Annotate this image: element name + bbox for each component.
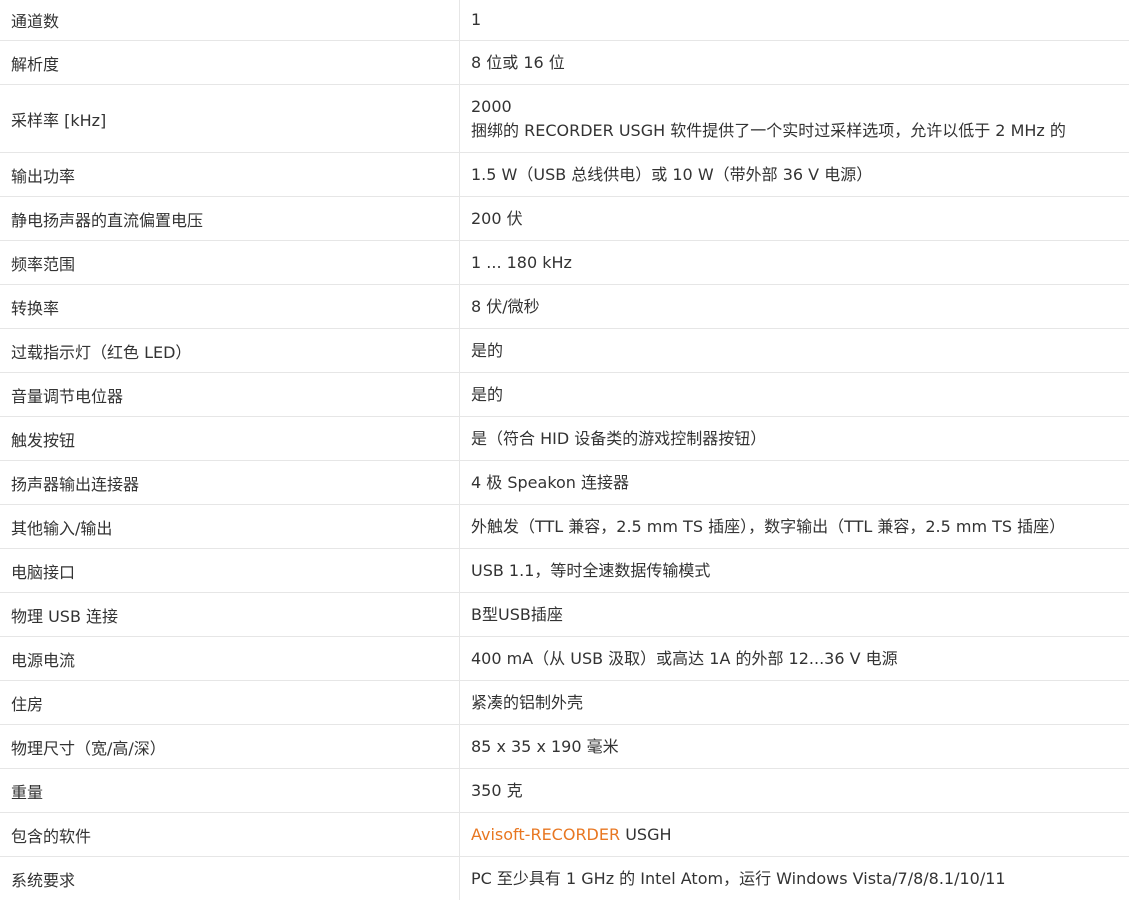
spec-label: 电源电流 [0,637,460,680]
spec-value: 是（符合 HID 设备类的游戏控制器按钮） [471,428,767,448]
spec-value: USB 1.1，等时全速数据传输模式 [471,560,711,580]
table-row: 重量 350 克 [0,768,1129,812]
spec-label: 转换率 [0,285,460,328]
spec-label: 音量调节电位器 [0,373,460,416]
table-row: 物理尺寸（宽/高/深） 85 x 35 x 190 毫米 [0,724,1129,768]
table-row: 音量调节电位器 是的 [0,372,1129,416]
table-row: 物理 USB 连接 B型USB插座 [0,592,1129,636]
spec-value: 4 极 Speakon 连接器 [471,472,630,492]
spec-label: 过载指示灯（红色 LED） [0,329,460,372]
spec-label: 住房 [0,681,460,724]
table-row: 频率范围 1 ... 180 kHz [0,240,1129,284]
spec-value: 外触发（TTL 兼容，2.5 mm TS 插座），数字输出（TTL 兼容，2.5… [471,516,1066,536]
spec-label: 采样率 [kHz] [0,85,460,152]
spec-label: 输出功率 [0,153,460,196]
spec-value: 紧凑的铝制外壳 [471,692,584,712]
spec-value: 8 伏/微秒 [471,296,540,316]
spec-value: 200 伏 [471,208,523,228]
software-link[interactable]: Avisoft-RECORDER [471,825,620,844]
spec-value: 8 位或 16 位 [471,52,565,72]
table-row: 通道数 1 [0,0,1129,40]
spec-label: 重量 [0,769,460,812]
spec-value: 1 ... 180 kHz [471,252,572,272]
spec-label: 系统要求 [0,857,460,900]
table-row: 电源电流 400 mA（从 USB 汲取）或高达 1A 的外部 12...36 … [0,636,1129,680]
spec-label: 扬声器输出连接器 [0,461,460,504]
software-suffix: USGH [620,824,672,844]
table-row: 扬声器输出连接器 4 极 Speakon 连接器 [0,460,1129,504]
table-row: 系统要求 PC 至少具有 1 GHz 的 Intel Atom，运行 Windo… [0,856,1129,900]
table-row: 电脑接口 USB 1.1，等时全速数据传输模式 [0,548,1129,592]
spec-value: 85 x 35 x 190 毫米 [471,736,619,756]
table-row: 转换率 8 伏/微秒 [0,284,1129,328]
spec-value: Avisoft-RECORDER USGH [460,813,1129,856]
spec-value: 1.5 W（USB 总线供电）或 10 W（带外部 36 V 电源） [471,164,873,184]
table-row: 采样率 [kHz] 2000 捆绑的 RECORDER USGH 软件提供了一个… [0,84,1129,152]
spec-label: 物理 USB 连接 [0,593,460,636]
spec-value: 1 [471,10,482,29]
spec-value: PC 至少具有 1 GHz 的 Intel Atom，运行 Windows Vi… [471,868,1006,888]
table-row: 静电扬声器的直流偏置电压 200 伏 [0,196,1129,240]
table-row: 输出功率 1.5 W（USB 总线供电）或 10 W（带外部 36 V 电源） [0,152,1129,196]
spec-value: 400 mA（从 USB 汲取）或高达 1A 的外部 12...36 V 电源 [471,648,898,668]
table-row: 住房 紧凑的铝制外壳 [0,680,1129,724]
table-row: 其他输入/输出 外触发（TTL 兼容，2.5 mm TS 插座），数字输出（TT… [0,504,1129,548]
specs-table: 通道数 1 解析度 8 位或 16 位 采样率 [kHz] 2000 捆绑的 R… [0,0,1129,900]
spec-label: 触发按钮 [0,417,460,460]
spec-label: 静电扬声器的直流偏置电压 [0,197,460,240]
table-row: 触发按钮 是（符合 HID 设备类的游戏控制器按钮） [0,416,1129,460]
table-row: 包含的软件 Avisoft-RECORDER USGH [0,812,1129,856]
spec-label: 包含的软件 [0,813,460,856]
table-row: 过载指示灯（红色 LED） 是的 [0,328,1129,372]
spec-value: 是的 [471,340,504,360]
spec-value: 350 克 [471,780,523,800]
spec-label: 其他输入/输出 [0,505,460,548]
spec-label: 物理尺寸（宽/高/深） [0,725,460,768]
spec-label: 解析度 [0,41,460,84]
spec-label: 通道数 [0,0,460,40]
spec-label: 电脑接口 [0,549,460,592]
spec-value: B型USB插座 [471,604,563,624]
spec-value: 是的 [471,384,504,404]
spec-value: 2000 捆绑的 RECORDER USGH 软件提供了一个实时过采样选项，允许… [471,96,1066,140]
table-row: 解析度 8 位或 16 位 [0,40,1129,84]
spec-label: 频率范围 [0,241,460,284]
